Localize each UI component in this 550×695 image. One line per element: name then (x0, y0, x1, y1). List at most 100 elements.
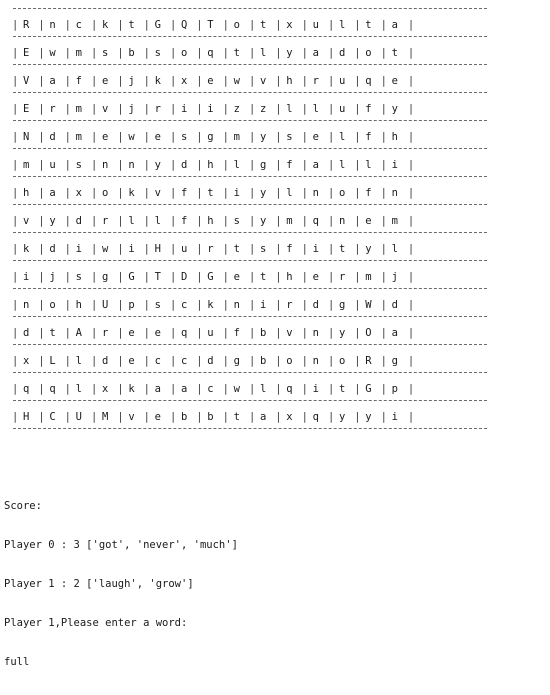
grid-cell: x (65, 183, 92, 204)
grid-cell: N (12, 127, 39, 148)
letter-grid: RncktGQTotxulta|Ewmsbsoqtlyadot|Vafejkxe… (12, 8, 487, 435)
grid-cell: g (381, 351, 408, 372)
grid-separator (13, 8, 487, 15)
row-border: | (407, 131, 415, 143)
grid-cell: o (328, 351, 355, 372)
grid-cell: l (65, 351, 92, 372)
grid-row: nohUpscknirdgWd| (12, 295, 487, 316)
grid-cell: q (302, 211, 329, 232)
grid-cell: b (170, 407, 197, 428)
grid-cell: v (144, 183, 171, 204)
grid-cell: L (38, 351, 65, 372)
grid-cell: t (223, 43, 250, 64)
grid-cell: a (302, 155, 329, 176)
grid-cell: n (223, 295, 250, 316)
grid-cell: x (170, 71, 197, 92)
player1-score: Player 1 : 2 ['laugh', 'grow'] (4, 578, 194, 590)
grid-cell: q (302, 407, 329, 428)
grid-cell: y (328, 407, 355, 428)
grid-cell: o (170, 43, 197, 64)
grid-cell: n (91, 155, 118, 176)
grid-row: RncktGQTotxulta| (12, 15, 487, 36)
grid-cell: l (354, 155, 381, 176)
grid-cell: a (38, 183, 65, 204)
grid-cell: t (223, 407, 250, 428)
grid-cell: k (144, 71, 171, 92)
grid-separator (13, 120, 487, 127)
grid-cell: n (328, 211, 355, 232)
grid-cell: i (170, 99, 197, 120)
grid-separator (13, 92, 487, 99)
grid-cell: l (328, 155, 355, 176)
grid-cell: H (144, 239, 171, 260)
grid-cell: e (381, 71, 408, 92)
grid-cell: k (91, 15, 118, 36)
grid-cell: u (170, 239, 197, 260)
grid-cell: a (381, 15, 408, 36)
grid-cell: l (223, 155, 250, 176)
grid-cell: e (223, 267, 250, 288)
grid-cell: a (249, 407, 276, 428)
grid-cell: e (302, 267, 329, 288)
grid-cell: o (275, 351, 302, 372)
grid-cell: h (65, 295, 92, 316)
grid-cell: x (12, 351, 39, 372)
grid-cell: l (249, 43, 276, 64)
grid-cell: r (38, 99, 65, 120)
grid-cell: e (117, 351, 144, 372)
grid-cell: m (65, 43, 92, 64)
grid-cell: g (223, 351, 250, 372)
grid-cell: l (328, 15, 355, 36)
grid-cell: s (249, 239, 276, 260)
grid-cell: f (354, 183, 381, 204)
grid-cell: t (223, 239, 250, 260)
word-input[interactable]: full (4, 656, 238, 669)
grid-cell: s (275, 127, 302, 148)
grid-cell: k (196, 295, 223, 316)
grid-cell: s (144, 295, 171, 316)
grid-cell: u (302, 15, 329, 36)
grid-cell: c (170, 351, 197, 372)
grid-cell: y (38, 211, 65, 232)
grid-cell: U (65, 407, 92, 428)
grid-cell: y (249, 211, 276, 232)
grid-cell: l (328, 127, 355, 148)
grid-cell: m (65, 99, 92, 120)
console-output: Score: Player 0 : 3 ['got', 'never', 'mu… (4, 474, 238, 695)
grid-cell: W (354, 295, 381, 316)
row-border: | (407, 159, 415, 171)
grid-cell: h (381, 127, 408, 148)
grid-separator (13, 36, 487, 43)
grid-cell: c (144, 351, 171, 372)
grid-separator (13, 204, 487, 211)
row-border: | (407, 271, 415, 283)
grid-cell: q (354, 71, 381, 92)
grid-cell: h (275, 71, 302, 92)
grid-cell: x (275, 407, 302, 428)
grid-cell: k (117, 183, 144, 204)
grid-cell: d (302, 295, 329, 316)
grid-cell: g (196, 127, 223, 148)
grid-row: dtAreequfbvnyOa| (12, 323, 487, 344)
grid-cell: m (275, 211, 302, 232)
grid-cell: C (38, 407, 65, 428)
grid-cell: U (91, 295, 118, 316)
grid-cell: v (91, 99, 118, 120)
row-border: | (407, 299, 415, 311)
grid-cell: r (275, 295, 302, 316)
grid-cell: b (249, 323, 276, 344)
grid-cell: z (249, 99, 276, 120)
grid-cell: l (381, 239, 408, 260)
grid-cell: d (381, 295, 408, 316)
grid-row: musnnydhlgfalli| (12, 155, 487, 176)
grid-cell: E (12, 43, 39, 64)
grid-cell: e (144, 407, 171, 428)
grid-cell: t (354, 15, 381, 36)
grid-cell: i (12, 267, 39, 288)
grid-cell: i (117, 239, 144, 260)
grid-cell: c (170, 295, 197, 316)
grid-cell: n (302, 351, 329, 372)
grid-cell: u (328, 99, 355, 120)
grid-separator (13, 372, 487, 379)
row-border: | (407, 47, 415, 59)
